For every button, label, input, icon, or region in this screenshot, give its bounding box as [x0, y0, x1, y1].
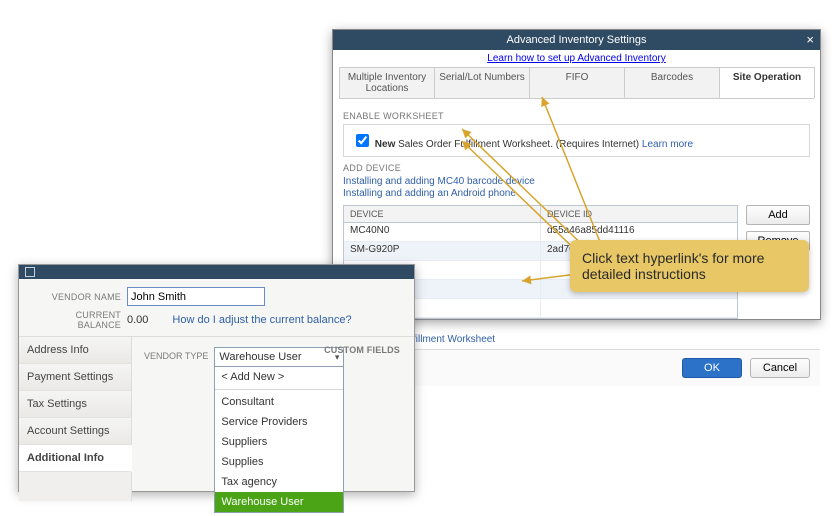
option-service-providers[interactable]: Service Providers — [215, 412, 343, 432]
custom-fields-label: CUSTOM FIELDS — [324, 345, 400, 355]
sidebar-item-payment[interactable]: Payment Settings — [19, 364, 131, 391]
vendor-type-dropdown: < Add New > Consultant Service Providers… — [214, 367, 344, 513]
enable-worksheet-label: ENABLE WORKSHEET — [343, 111, 810, 121]
inventory-titlebar: Advanced Inventory Settings × — [333, 30, 820, 50]
inventory-tabs: Multiple Inventory Locations Serial/Lot … — [339, 67, 814, 99]
add-device-links: Installing and adding MC40 barcode devic… — [343, 176, 810, 199]
option-tax-agency[interactable]: Tax agency — [215, 472, 343, 492]
sidebar-item-tax[interactable]: Tax Settings — [19, 391, 131, 418]
device-col-header: DEVICE — [344, 206, 541, 222]
vendor-side-nav: Address Info Payment Settings Tax Settin… — [19, 337, 132, 501]
tab-serial-lot[interactable]: Serial/Lot Numbers — [434, 67, 530, 98]
cell-device-id: d55a46a85dd41116 — [541, 223, 737, 241]
worksheet-checkbox[interactable] — [356, 134, 369, 147]
vendor-type-value: Warehouse User — [219, 351, 301, 363]
worksheet-box: New Sales Order Fulfillment Worksheet. (… — [343, 124, 810, 157]
close-icon[interactable]: × — [806, 30, 814, 50]
add-device-button[interactable]: Add — [746, 205, 810, 225]
setup-inventory-link[interactable]: Learn how to set up Advanced Inventory — [487, 53, 665, 64]
vendor-name-label: VENDOR NAME — [31, 292, 121, 302]
instruction-callout: Click text hyperlink's for more detailed… — [570, 240, 809, 292]
tab-barcodes[interactable]: Barcodes — [624, 67, 720, 98]
cancel-button[interactable]: Cancel — [750, 358, 810, 378]
option-suppliers[interactable]: Suppliers — [215, 432, 343, 452]
vendor-window: VENDOR NAME CURRENT BALANCE 0.00 How do … — [18, 264, 415, 492]
cell-device: SM-G920P — [344, 242, 541, 260]
add-device-label: ADD DEVICE — [343, 163, 810, 173]
ok-button[interactable]: OK — [682, 358, 742, 378]
vendor-titlebar — [19, 265, 414, 279]
callout-text: Click text hyperlink's for more detailed… — [582, 250, 764, 282]
option-consultant[interactable]: Consultant — [215, 392, 343, 412]
vendor-name-input[interactable] — [127, 287, 265, 306]
sidebar-item-additional[interactable]: Additional Info — [19, 445, 132, 472]
cell-device: MC40N0 — [344, 223, 541, 241]
inventory-title: Advanced Inventory Settings — [506, 34, 646, 46]
current-balance-value: 0.00 — [127, 314, 148, 326]
vendor-type-combo[interactable]: Warehouse User ▾ < Add New > Consultant … — [214, 347, 344, 513]
dropdown-separator — [215, 389, 343, 390]
adjust-balance-link[interactable]: How do I adjust the current balance? — [172, 314, 351, 326]
option-add-new[interactable]: < Add New > — [215, 367, 343, 387]
current-balance-label: CURRENT BALANCE — [31, 310, 121, 330]
add-mc40-link[interactable]: Installing and adding MC40 barcode devic… — [343, 176, 810, 187]
deviceid-col-header: DEVICE ID — [541, 206, 737, 222]
sidebar-item-address[interactable]: Address Info — [19, 337, 131, 364]
tab-multiple-locations[interactable]: Multiple Inventory Locations — [339, 67, 435, 98]
worksheet-learn-more-link[interactable]: Learn more — [642, 139, 693, 150]
sidebar-item-account[interactable]: Account Settings — [19, 418, 131, 445]
worksheet-checkbox-label[interactable]: New Sales Order Fulfillment Worksheet. (… — [352, 139, 693, 150]
option-warehouse-user[interactable]: Warehouse User — [215, 492, 343, 512]
vendor-type-label: VENDOR TYPE — [144, 351, 208, 361]
tab-fifo[interactable]: FIFO — [529, 67, 625, 98]
worksheet-text: Sales Order Fulfillment Worksheet. (Requ… — [398, 139, 639, 150]
add-android-link[interactable]: Installing and adding an Android phone — [343, 188, 810, 199]
tab-site-operation[interactable]: Site Operation — [719, 67, 815, 98]
worksheet-new-badge: New — [375, 139, 396, 150]
option-supplies[interactable]: Supplies — [215, 452, 343, 472]
window-menu-icon[interactable] — [25, 267, 35, 277]
